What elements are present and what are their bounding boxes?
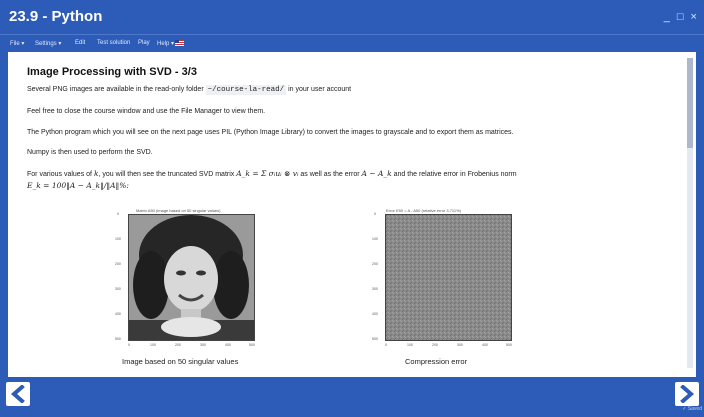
paragraph-2: Feel free to close the course window and… bbox=[27, 108, 266, 115]
menu-help[interactable]: Help ▾ bbox=[157, 40, 174, 47]
menu-test-solution[interactable]: Test solution bbox=[97, 40, 130, 46]
chevron-left-icon bbox=[10, 385, 25, 403]
right-plot-title: Error E50 = A - A50 (relative error 3.71… bbox=[386, 208, 461, 213]
previous-page-button[interactable] bbox=[6, 382, 30, 406]
chevron-right-icon bbox=[680, 385, 695, 403]
title-bar: 23.9 - Python _ □ × bbox=[0, 0, 704, 34]
frobenius-formula: E_k = 100‖A − A_k‖/‖A‖%: bbox=[27, 181, 129, 190]
course-content: Image Processing with SVD - 3/3 Several … bbox=[8, 52, 696, 377]
noise-image bbox=[386, 215, 511, 340]
reconstructed-image bbox=[128, 214, 255, 341]
paragraph-3: The Python program which you will see on… bbox=[27, 129, 514, 136]
navigation-bar: ✓ Saved bbox=[0, 377, 704, 417]
paragraph-1: Several PNG images are available in the … bbox=[27, 85, 352, 95]
window-title: 23.9 - Python bbox=[9, 8, 103, 25]
menu-edit[interactable]: Edit bbox=[75, 40, 85, 46]
menu-play[interactable]: Play bbox=[138, 40, 150, 46]
language-flag-icon[interactable] bbox=[175, 40, 184, 46]
folder-path-code: ~/course-la-read/ bbox=[205, 85, 287, 95]
svd-formula: A_k = Σ σᵢuᵢ ⊗ vᵢ bbox=[236, 169, 299, 178]
menu-file[interactable]: File ▾ bbox=[10, 40, 24, 47]
error-formula: A − A_k bbox=[361, 169, 392, 178]
paragraph-5: For various values of k, you will then s… bbox=[27, 169, 517, 178]
next-page-button[interactable] bbox=[675, 382, 699, 406]
left-caption: Image based on 50 singular values bbox=[122, 357, 239, 366]
paragraph-4: Numpy is then used to perform the SVD. bbox=[27, 149, 153, 156]
left-plot-title: Matrix A50 (image based on 50 singular v… bbox=[136, 208, 221, 213]
menu-settings[interactable]: Settings ▾ bbox=[35, 40, 61, 47]
content-scrollbar[interactable] bbox=[687, 58, 693, 368]
paragraph-5-cont: E_k = 100‖A − A_k‖/‖A‖%: bbox=[27, 181, 129, 190]
page-title: Image Processing with SVD - 3/3 bbox=[27, 66, 197, 78]
right-caption: Compression error bbox=[405, 357, 468, 366]
window-controls[interactable]: _ □ × bbox=[664, 11, 699, 23]
menu-bar: File ▾ Settings ▾ Edit Test solution Pla… bbox=[0, 34, 704, 50]
saved-status: ✓ Saved bbox=[682, 406, 702, 412]
error-image bbox=[385, 214, 512, 341]
portrait-image bbox=[129, 215, 254, 340]
scrollbar-thumb[interactable] bbox=[687, 58, 693, 148]
